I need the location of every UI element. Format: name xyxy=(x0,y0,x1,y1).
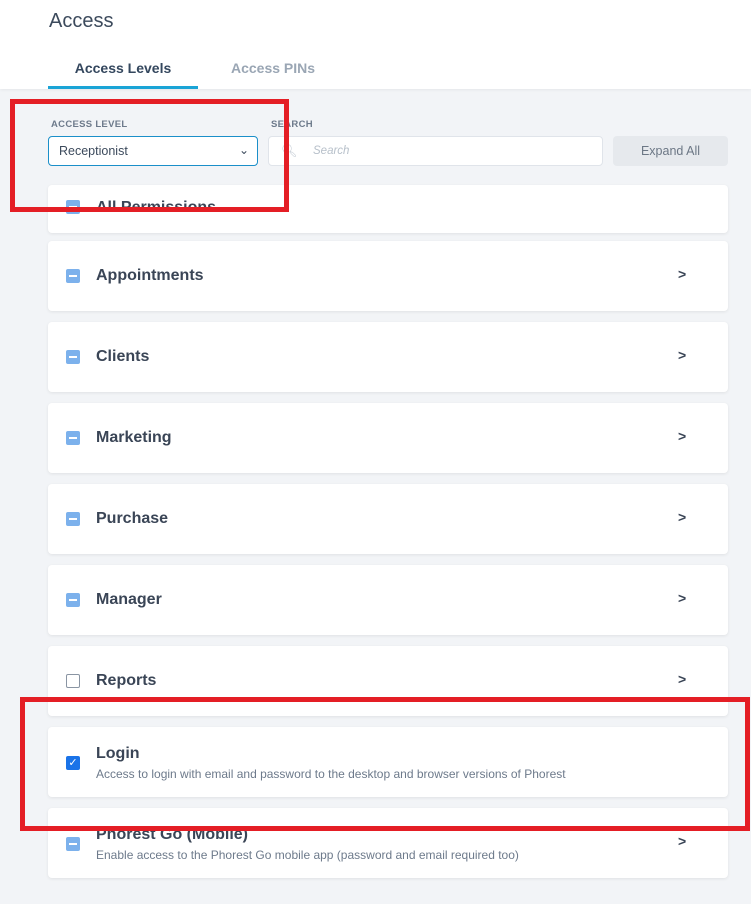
permission-title: Marketing xyxy=(96,429,172,446)
search-label: SEARCH xyxy=(271,119,313,130)
chevron-down-icon: ⌄ xyxy=(238,143,249,157)
permission-card-reports[interactable]: Reports > xyxy=(48,646,728,716)
partial-checkbox[interactable] xyxy=(66,593,80,607)
chevron-right-icon[interactable]: > xyxy=(678,347,686,363)
permission-card-phorest-go[interactable]: Phorest Go (Mobile) Enable access to the… xyxy=(48,808,728,878)
permission-title: Purchase xyxy=(96,510,169,527)
partial-checkbox[interactable] xyxy=(66,512,80,526)
chevron-right-icon[interactable]: > xyxy=(678,671,686,687)
permission-card-all[interactable]: All Permissions xyxy=(48,185,728,233)
chevron-right-icon[interactable]: > xyxy=(678,428,686,444)
partial-checkbox[interactable] xyxy=(66,837,80,851)
chevron-right-icon[interactable]: > xyxy=(678,509,686,525)
permission-card-manager[interactable]: Manager > xyxy=(48,565,728,635)
permission-title: Reports xyxy=(96,672,157,689)
search-input[interactable] xyxy=(313,142,593,160)
page-header: Access Access Levels Access PINs xyxy=(0,0,751,89)
permission-title: Login xyxy=(96,745,140,762)
permission-title: All Permissions xyxy=(96,199,217,216)
permission-card-clients[interactable]: Clients > xyxy=(48,322,728,392)
tab-access-levels[interactable]: Access Levels xyxy=(48,60,198,89)
permission-title: Clients xyxy=(96,348,150,365)
expand-all-button[interactable]: Expand All xyxy=(613,136,728,166)
permission-card-marketing[interactable]: Marketing > xyxy=(48,403,728,473)
partial-checkbox[interactable] xyxy=(66,431,80,445)
permission-card-login[interactable]: ✓ Login Access to login with email and p… xyxy=(48,727,728,797)
unchecked-checkbox[interactable] xyxy=(66,674,80,688)
permission-description: Access to login with email and password … xyxy=(96,767,566,781)
chevron-right-icon[interactable]: > xyxy=(678,833,686,849)
permission-description: Enable access to the Phorest Go mobile a… xyxy=(96,848,519,862)
page-title: Access xyxy=(49,10,114,32)
permission-title: Phorest Go (Mobile) xyxy=(96,826,248,843)
permission-card-purchase[interactable]: Purchase > xyxy=(48,484,728,554)
permission-title: Appointments xyxy=(96,267,204,284)
permission-title: Manager xyxy=(96,591,162,608)
access-level-value: Receptionist xyxy=(59,144,128,158)
search-icon: 🔍︎ xyxy=(281,143,298,158)
access-level-select[interactable]: Receptionist ⌄ xyxy=(48,136,258,166)
partial-checkbox[interactable] xyxy=(66,200,80,214)
tab-access-pins[interactable]: Access PINs xyxy=(198,60,348,89)
checked-checkbox[interactable]: ✓ xyxy=(66,756,80,770)
chevron-right-icon[interactable]: > xyxy=(678,590,686,606)
access-level-label: ACCESS LEVEL xyxy=(51,119,128,130)
search-field[interactable]: 🔍︎ xyxy=(268,136,603,166)
partial-checkbox[interactable] xyxy=(66,350,80,364)
permission-card-appointments[interactable]: Appointments > xyxy=(48,241,728,311)
partial-checkbox[interactable] xyxy=(66,269,80,283)
chevron-right-icon[interactable]: > xyxy=(678,266,686,282)
